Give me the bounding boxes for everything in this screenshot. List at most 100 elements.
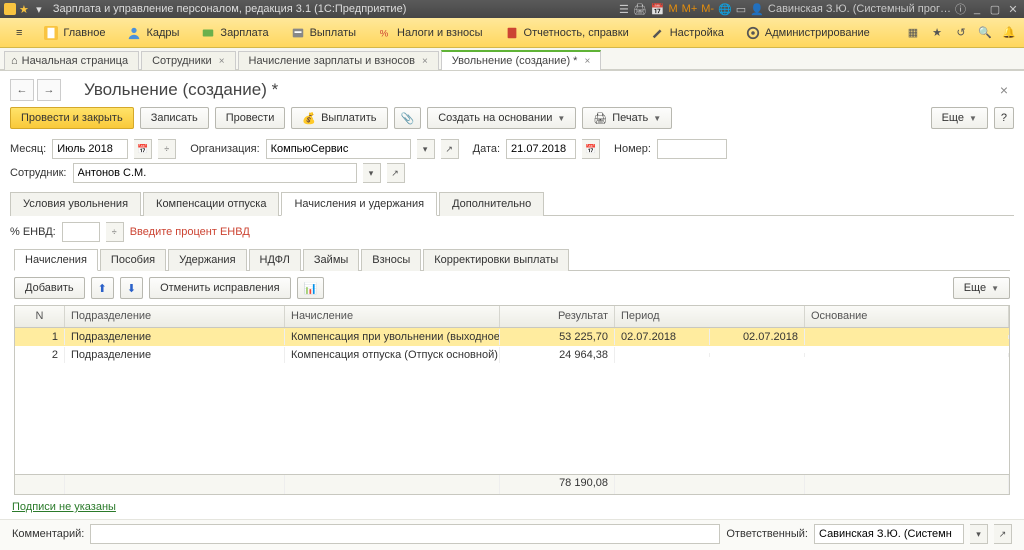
col-n[interactable]: N [15,306,65,327]
tab-dismissal[interactable]: Увольнение (создание) *× [441,50,602,70]
menu-vyplaty[interactable]: Выплаты [281,22,366,44]
total-cell: 78 190,08 [500,475,615,494]
itab-corrections[interactable]: Корректировки выплаты [423,249,569,271]
apps-icon[interactable]: ▦ [904,24,922,42]
tab-home[interactable]: ⌂Начальная страница [4,51,139,70]
close-icon[interactable]: × [584,56,590,67]
menu-otchet[interactable]: Отчетность, справки [495,22,639,44]
itab-deductions[interactable]: Удержания [168,249,246,271]
max-button[interactable]: ▢ [988,3,1002,15]
dropdown-icon[interactable]: ▾ [32,3,46,15]
search-icon[interactable]: 🔍 [976,24,994,42]
itab-ndfl[interactable]: НДФЛ [249,249,301,271]
menu-nastroika[interactable]: Настройка [641,22,734,44]
tb-icon[interactable]: ☰ [619,3,629,16]
close-page[interactable]: × [994,82,1014,98]
subtab-conditions[interactable]: Условия увольнения [10,192,141,216]
menu-nalogi[interactable]: %Налоги и взносы [368,22,493,44]
col-osn[interactable]: Основание [805,306,1009,327]
help-button[interactable]: ? [994,107,1014,129]
select-icon[interactable]: ▾ [363,163,381,183]
tb-m-minus-icon[interactable]: M- [701,3,714,15]
table-more-button[interactable]: Еще▼ [953,277,1010,299]
col-nac[interactable]: Начисление [285,306,500,327]
menu-main[interactable]: Главное [34,22,115,44]
itab-loans[interactable]: Займы [303,249,359,271]
menu-burger[interactable]: ≡ [6,23,32,43]
grid-body[interactable]: 1ПодразделениеКомпенсация при увольнении… [15,328,1009,474]
tb-globe-icon[interactable]: 🌐 [718,3,732,16]
user-name[interactable]: Савинская З.Ю. (Системный прог… [768,3,951,15]
tb-m-icon[interactable]: M [669,3,678,15]
create-based-button[interactable]: Создать на основании▼ [427,107,576,129]
resp-field[interactable] [819,525,959,543]
close-icon[interactable]: × [422,56,428,67]
min-button[interactable]: _ [970,3,984,15]
print-icon: 🖨 [593,112,607,125]
add-button[interactable]: Добавить [14,277,85,299]
signatures-link[interactable]: Подписи не указаны [12,501,116,513]
tb-m-plus-icon[interactable]: M+ [682,3,698,15]
fwd-button[interactable]: → [37,79,61,101]
menu-kadry[interactable]: Кадры [117,22,189,44]
post-close-button[interactable]: Провести и закрыть [10,107,134,129]
select-icon[interactable]: ▾ [970,524,988,544]
tb-icon[interactable]: 📅 [651,3,665,16]
subtab-vacation[interactable]: Компенсации отпуска [143,192,279,216]
number-field[interactable] [662,140,722,158]
month-field[interactable] [57,140,123,158]
spin-icon[interactable]: ÷ [158,139,176,159]
post-button[interactable]: Провести [215,107,286,129]
col-sub[interactable]: Подразделение [65,306,285,327]
comment-label: Комментарий: [12,528,84,540]
print-button[interactable]: 🖨Печать▼ [582,107,672,129]
calendar-icon[interactable]: 📅 [582,139,600,159]
envd-field[interactable] [67,223,95,241]
comment-field[interactable] [95,525,715,543]
grid-footer: 78 190,08 [15,474,1009,494]
attach-button[interactable]: 📎 [394,107,422,129]
col-res[interactable]: Результат [500,306,615,327]
resp-label: Ответственный: [726,528,808,540]
org-field[interactable] [271,140,406,158]
table-row[interactable]: 1ПодразделениеКомпенсация при увольнении… [15,328,1009,346]
page-title: Увольнение (создание) * [84,80,278,100]
calendar-icon[interactable]: 📅 [134,139,152,159]
col-per[interactable]: Период [615,306,805,327]
itab-benefits[interactable]: Пособия [100,249,166,271]
move-down-button[interactable]: ⬇ [120,277,143,299]
date-field[interactable] [511,140,571,158]
tab-employees[interactable]: Сотрудники× [141,51,235,70]
tab-payroll[interactable]: Начисление зарплаты и взносов× [238,51,439,70]
open-icon[interactable]: ↗ [994,524,1012,544]
subtab-accruals[interactable]: Начисления и удержания [281,192,437,216]
more-button[interactable]: Еще▼ [931,107,988,129]
open-icon[interactable]: ↗ [387,163,405,183]
close-button[interactable]: ✕ [1006,3,1020,15]
cancel-fix-button[interactable]: Отменить исправления [149,277,290,299]
spin-icon[interactable]: ÷ [106,222,124,242]
write-button[interactable]: Записать [140,107,209,129]
main-menu: ≡ Главное Кадры Зарплата Выплаты %Налоги… [0,18,1024,48]
tb-icon[interactable]: 🖨 [633,3,647,16]
menu-zarplata[interactable]: Зарплата [191,22,278,44]
move-up-button[interactable]: ⬆ [91,277,114,299]
menu-admin[interactable]: Администрирование [736,22,880,44]
back-button[interactable]: ← [10,79,34,101]
open-icon[interactable]: ↗ [441,139,459,159]
bell-icon[interactable]: 🔔 [1000,24,1018,42]
pay-button[interactable]: 💰Выплатить [291,107,387,129]
itab-accruals[interactable]: Начисления [14,249,98,271]
itab-contrib[interactable]: Взносы [361,249,421,271]
chart-button[interactable]: 📊 [297,277,325,299]
emp-field[interactable] [78,164,352,182]
history-icon[interactable]: ↺ [952,24,970,42]
subtab-extra[interactable]: Дополнительно [439,192,544,216]
star-icon[interactable]: ★ [928,24,946,42]
tb-info-icon[interactable]: ⓘ [955,1,966,17]
table-row[interactable]: 2ПодразделениеКомпенсация отпуска (Отпус… [15,346,1009,364]
select-icon[interactable]: ▾ [417,139,435,159]
tb-box-icon[interactable]: ▭ [736,3,746,16]
close-icon[interactable]: × [219,56,225,67]
grid-header: N Подразделение Начисление Результат Пер… [15,306,1009,328]
